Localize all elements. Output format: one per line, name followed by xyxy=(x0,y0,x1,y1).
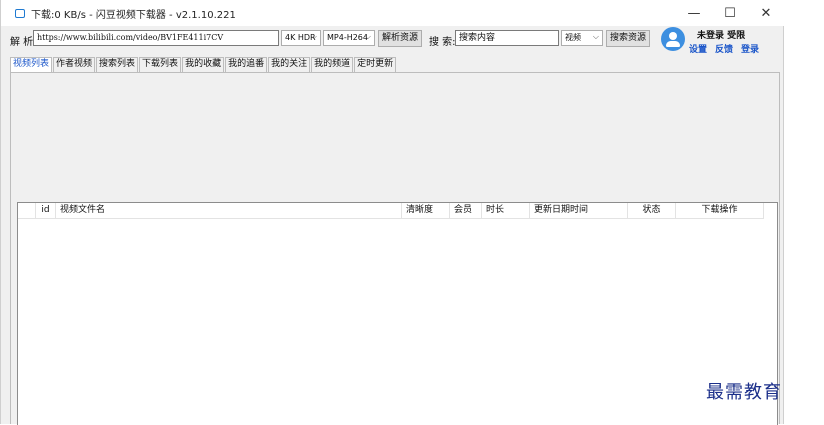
chevron-down-icon: ⌵ xyxy=(592,32,599,41)
search-label: 搜 索: xyxy=(429,37,456,48)
column-filename[interactable]: 视频文件名 xyxy=(56,203,402,219)
tab-panel: id 视频文件名 清晰度 会员 时长 更新日期时间 状态 下载操作 xyxy=(10,72,780,425)
quality-select[interactable]: 4K HDR ⌵ xyxy=(281,30,321,46)
user-links: 设置 反馈 登录 xyxy=(689,42,759,55)
avatar-icon[interactable] xyxy=(661,27,685,51)
list-header: id 视频文件名 清晰度 会员 时长 更新日期时间 状态 下载操作 xyxy=(18,203,777,219)
column-id[interactable]: id xyxy=(36,203,56,219)
chevron-down-icon: ⌵ xyxy=(364,32,371,41)
column-updated[interactable]: 更新日期时间 xyxy=(530,203,628,219)
title-bar[interactable]: 下载:0 KB/s - 闪豆视频下载器 - v2.1.10.221 — ☐ ✕ xyxy=(1,0,784,26)
feedback-link[interactable]: 反馈 xyxy=(715,42,733,55)
list-body xyxy=(18,219,777,425)
window-controls: — ☐ ✕ xyxy=(676,0,784,26)
tab-video-list[interactable]: 视频列表 xyxy=(10,57,53,73)
tab-author-videos[interactable]: 作者视频 xyxy=(53,57,96,72)
tab-my-channels[interactable]: 我的频道 xyxy=(311,57,354,72)
toolbar: 解 析: https://www.bilibili.com/video/BV1F… xyxy=(1,28,651,50)
search-type-value: 视频 xyxy=(565,33,581,42)
search-type-select[interactable]: 视频 ⌵ xyxy=(561,30,603,46)
column-download-action[interactable]: 下载操作 xyxy=(676,203,764,219)
chevron-down-icon: ⌵ xyxy=(310,32,317,41)
search-input[interactable]: 搜索内容 xyxy=(455,30,559,46)
tab-bar: 视频列表 作者视频 搜索列表 下载列表 我的收藏 我的追番 我的关注 我的频道 … xyxy=(10,57,397,73)
window-title: 下载:0 KB/s - 闪豆视频下载器 - v2.1.10.221 xyxy=(31,9,236,21)
search-button[interactable]: 搜索资源 xyxy=(606,30,650,47)
app-window: 下载:0 KB/s - 闪豆视频下载器 - v2.1.10.221 — ☐ ✕ … xyxy=(0,0,784,425)
format-select-value: MP4-H264 xyxy=(327,33,368,42)
tab-search-list[interactable]: 搜索列表 xyxy=(96,57,139,72)
watermark-text: 最需教育 xyxy=(706,382,782,403)
column-duration[interactable]: 时长 xyxy=(482,203,530,219)
format-select[interactable]: MP4-H264 ⌵ xyxy=(323,30,375,46)
settings-link[interactable]: 设置 xyxy=(689,42,707,55)
url-input[interactable]: https://www.bilibili.com/video/BV1FE411i… xyxy=(33,30,279,46)
tab-my-follows[interactable]: 我的关注 xyxy=(268,57,311,72)
tab-my-favorites[interactable]: 我的收藏 xyxy=(182,57,225,72)
login-link[interactable]: 登录 xyxy=(741,42,759,55)
column-status[interactable]: 状态 xyxy=(628,203,676,219)
maximize-button[interactable]: ☐ xyxy=(712,0,748,26)
tab-download-list[interactable]: 下载列表 xyxy=(139,57,182,72)
close-button[interactable]: ✕ xyxy=(748,0,784,26)
app-icon xyxy=(15,8,25,18)
column-checkbox[interactable] xyxy=(18,203,36,219)
minimize-button[interactable]: — xyxy=(676,0,712,26)
video-list[interactable]: id 视频文件名 清晰度 会员 时长 更新日期时间 状态 下载操作 xyxy=(17,202,778,425)
user-status: 未登录 受限 xyxy=(697,31,746,41)
tab-my-anime[interactable]: 我的追番 xyxy=(225,57,268,72)
tab-scheduled-update[interactable]: 定时更新 xyxy=(354,57,397,72)
parse-button[interactable]: 解析资源 xyxy=(378,30,422,47)
column-member[interactable]: 会员 xyxy=(450,203,482,219)
column-resolution[interactable]: 清晰度 xyxy=(402,203,450,219)
